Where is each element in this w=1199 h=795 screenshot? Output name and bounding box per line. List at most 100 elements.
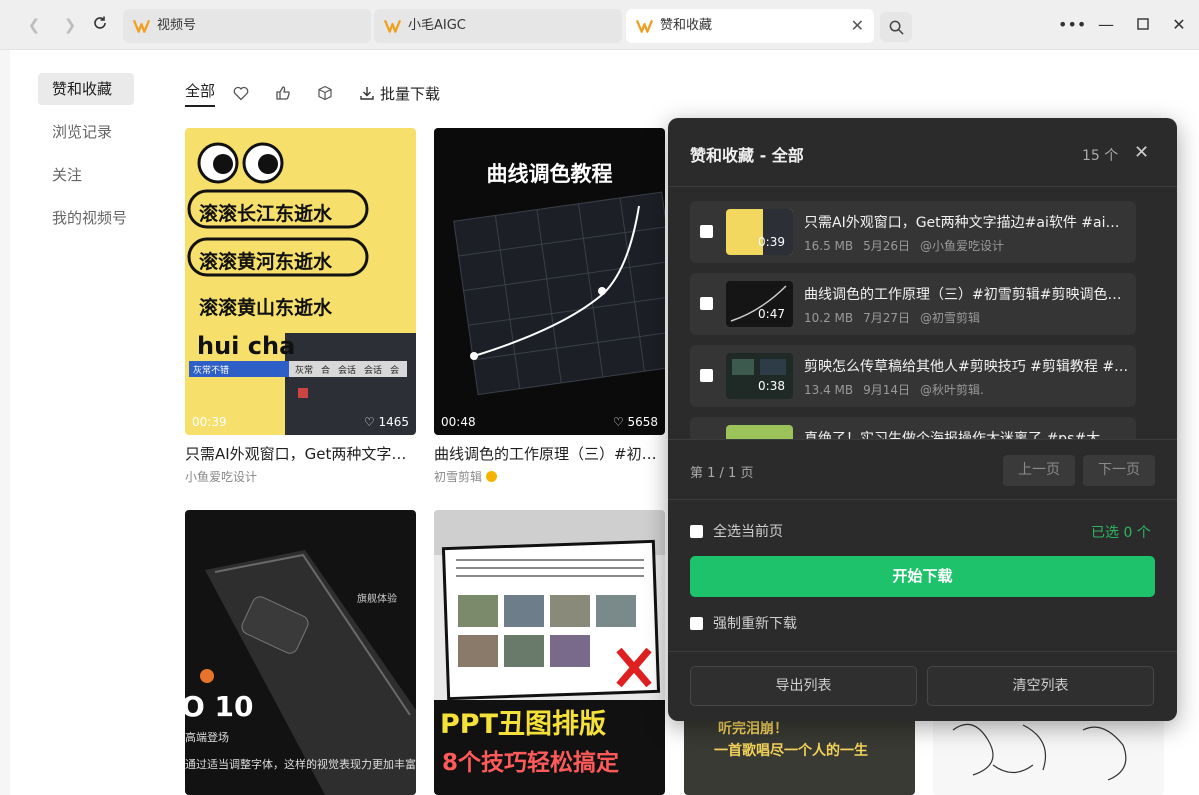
sidebar-item-history[interactable]: 浏览记录 (38, 116, 134, 148)
tab-label: 赞和收藏 (660, 18, 713, 33)
sidebar: 赞和收藏 浏览记录 关注 我的视频号 (38, 73, 134, 245)
item-meta: 13.4 MB 9月14日 @秋叶剪辑. (804, 381, 994, 398)
item-title: 只需AI外观窗口，Get两种文字描边#ai软件 #ai教程 (804, 215, 1129, 231)
overlay-text: 高端登场 (185, 731, 229, 744)
download-list[interactable]: 0:39 只需AI外观窗口，Get两种文字描边#ai软件 #ai教程 16.5 … (668, 187, 1177, 439)
overlay-text: 听完泪崩！ (718, 721, 788, 737)
video-card[interactable]: 曲线调色教程 00:48 ♡ 5658 曲线调色的工作原理（三）#初雪剪辑#剪映… (434, 128, 665, 485)
duration-label: 0:38 (758, 379, 785, 393)
video-card[interactable]: 滚滚长江东逝水 滚滚黄河东逝水 滚滚黄山东逝水 hui cha 灰常不错 灰常 … (185, 128, 416, 485)
item-checkbox[interactable] (700, 225, 713, 238)
video-thumbnail[interactable] (933, 710, 1164, 795)
item-title: 剪映怎么传草稿给其他人#剪映技巧 #剪辑教程 #剪映 (804, 359, 1129, 375)
cube-filter-icon[interactable] (317, 84, 335, 102)
channels-logo-icon (384, 19, 401, 33)
batch-download-button[interactable]: 批量下载 (359, 83, 440, 104)
item-meta: 10.2 MB 7月27日 @初雪剪辑 (804, 309, 990, 326)
video-title[interactable]: 曲线调色的工作原理（三）#初雪剪辑#剪映调色 (434, 443, 665, 464)
minimize-icon[interactable]: — (1095, 14, 1117, 36)
video-thumbnail[interactable]: 听完泪崩！ 一首歌唱尽一个人的一生 (684, 710, 915, 795)
list-item[interactable]: 0:39 只需AI外观窗口，Get两种文字描边#ai软件 #ai教程 16.5 … (690, 201, 1136, 263)
divider (668, 651, 1177, 652)
tab-label: 小毛AIGC (408, 18, 466, 33)
tab-xiaomao[interactable]: 小毛AIGC (374, 9, 622, 43)
overlay-text: 滚滚黄河东逝水 (199, 251, 333, 273)
thumbnail-artwork (187, 142, 416, 435)
sidebar-item-likes[interactable]: 赞和收藏 (38, 73, 134, 105)
ui-chip: 会话 (338, 366, 357, 376)
thumbs-up-filter-icon[interactable] (275, 84, 293, 102)
search-button[interactable] (880, 12, 912, 42)
item-thumbnail (726, 425, 793, 439)
maximize-icon[interactable] (1132, 14, 1154, 36)
video-card[interactable]: 旗舰体验 O 10 高端登场 通过适当调整字体，这样的视觉表现力更加丰富 (185, 510, 416, 795)
video-thumbnail[interactable]: 滚滚长江东逝水 滚滚黄河东逝水 滚滚黄山东逝水 hui cha 灰常不错 灰常 … (185, 128, 416, 435)
filter-all-tab[interactable]: 全部 (185, 80, 216, 107)
start-download-button[interactable]: 开始下载 (690, 556, 1155, 597)
likes-value: 5658 (627, 415, 658, 429)
video-title[interactable]: 只需AI外观窗口，Get两种文字描边#ai软件 #ai教程 (185, 443, 416, 464)
ui-chip: 灰常 (295, 366, 314, 376)
video-author[interactable]: 小鱼爱吃设计 (185, 468, 416, 485)
video-card[interactable]: 听完泪崩！ 一首歌唱尽一个人的一生 (684, 710, 915, 795)
item-meta: 16.5 MB 5月26日 @小鱼爱吃设计 (804, 237, 1014, 254)
list-item[interactable]: 0:47 曲线调色的工作原理（三）#初雪剪辑#剪映调色教程 10.2 MB 7月2… (690, 273, 1136, 335)
item-title: 真绝了！实习生做个海报操作太迷离了 #ps#大 (804, 431, 1101, 439)
channels-logo-icon (636, 19, 653, 33)
duration-label: 0:47 (758, 307, 785, 321)
ui-chip: 合 (321, 366, 331, 376)
item-author: @初雪剪辑 (920, 311, 981, 325)
list-item[interactable]: 真绝了！实习生做个海报操作太迷离了 #ps#大 (690, 417, 1136, 439)
duration-label: 00:39 (192, 415, 227, 429)
sidebar-item-follow[interactable]: 关注 (38, 159, 134, 191)
item-author: @秋叶剪辑. (920, 383, 984, 397)
close-icon[interactable]: ✕ (851, 9, 864, 43)
item-date: 9月14日 (863, 383, 911, 397)
video-thumbnail[interactable]: PPT丑图排版 8个技巧轻松搞定 (434, 510, 665, 795)
divider (668, 439, 1177, 440)
force-redownload-checkbox[interactable] (690, 616, 703, 630)
select-all-row[interactable]: 全选当前页 (690, 521, 783, 541)
download-panel: 赞和收藏 - 全部 15 个 ✕ 0:39 只需AI外观窗口，Get两种文字描边… (668, 118, 1177, 721)
export-list-button[interactable]: 导出列表 (690, 666, 917, 706)
select-all-checkbox[interactable] (690, 524, 703, 538)
item-size: 10.2 MB (804, 311, 854, 325)
list-item[interactable]: 0:38 剪映怎么传草稿给其他人#剪映技巧 #剪辑教程 #剪映 13.4 MB 9… (690, 345, 1136, 407)
item-checkbox[interactable] (700, 297, 713, 310)
refresh-icon[interactable] (90, 15, 110, 35)
app-window: ❮ ❯ 视频号 小毛AIGC 赞和收藏 ✕ ••• — ✕ 赞和收藏 浏览记录 … (0, 0, 1199, 795)
prev-page-button[interactable]: 上一页 (1003, 455, 1075, 486)
video-thumbnail[interactable]: 旗舰体验 O 10 高端登场 通过适当调整字体，这样的视觉表现力更加丰富 (185, 510, 416, 795)
overlay-text: 一首歌唱尽一个人的一生 (714, 743, 868, 759)
batch-download-label: 批量下载 (380, 84, 441, 103)
item-thumbnail: 0:38 (726, 353, 793, 399)
forward-arrow-icon[interactable]: ❯ (60, 15, 80, 35)
sidebar-item-my-channel[interactable]: 我的视频号 (38, 202, 134, 234)
tab-likes[interactable]: 赞和收藏 ✕ (626, 9, 874, 43)
overlay-text: 滚滚长江东逝水 (199, 203, 333, 225)
duration-label: 0:39 (758, 235, 785, 249)
item-checkbox[interactable] (700, 369, 713, 382)
next-page-button[interactable]: 下一页 (1083, 455, 1155, 486)
panel-title: 赞和收藏 - 全部 (690, 146, 804, 165)
heart-filter-icon[interactable] (233, 84, 251, 102)
clear-list-button[interactable]: 清空列表 (927, 666, 1154, 706)
filter-bar: 全部 批量下载 (185, 78, 440, 108)
overlay-text: O 10 (185, 690, 254, 723)
video-card[interactable] (933, 710, 1164, 795)
tab-channels[interactable]: 视频号 (123, 9, 371, 43)
close-icon[interactable]: ✕ (1134, 142, 1149, 163)
back-arrow-icon[interactable]: ❮ (24, 15, 44, 35)
window-close-icon[interactable]: ✕ (1168, 14, 1190, 36)
video-author[interactable]: 初雪剪辑 (434, 468, 665, 485)
overlay-text: 曲线调色教程 (486, 162, 613, 186)
select-all-label: 全选当前页 (713, 524, 783, 540)
video-thumbnail[interactable]: 曲线调色教程 00:48 ♡ 5658 (434, 128, 665, 435)
more-icon[interactable]: ••• (1058, 14, 1086, 36)
force-redownload-row[interactable]: 强制重新下载 (690, 613, 797, 633)
thumbnail-artwork (952, 723, 1127, 781)
channels-logo-icon (133, 19, 150, 33)
video-card[interactable]: PPT丑图排版 8个技巧轻松搞定 (434, 510, 665, 795)
overlay-text: 8个技巧轻松搞定 (442, 750, 620, 776)
divider (668, 499, 1177, 500)
